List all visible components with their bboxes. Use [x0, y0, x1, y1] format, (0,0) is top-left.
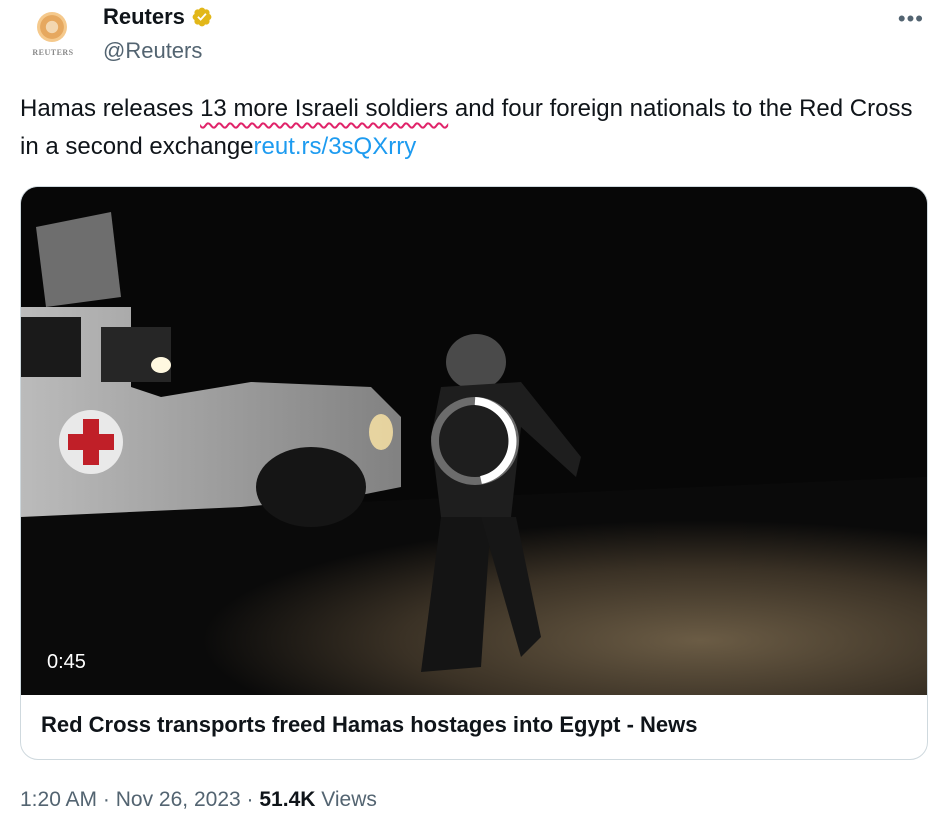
- author-display-name[interactable]: Reuters: [103, 4, 185, 30]
- meta-separator: ·: [246, 788, 254, 811]
- video-player[interactable]: 0:45: [21, 187, 927, 695]
- tweet-text-part: Hamas releases: [20, 95, 201, 122]
- tweet-text: Hamas releases 13 more Israeli soldiers …: [20, 90, 930, 166]
- tweet-link[interactable]: reut.rs/3sQXrry: [254, 133, 417, 160]
- avatar[interactable]: REUTERS: [20, 8, 86, 74]
- author-handle[interactable]: @Reuters: [103, 38, 202, 64]
- tweet-time[interactable]: 1:20 AM: [20, 788, 97, 811]
- views-label: Views: [321, 788, 377, 811]
- tweet-meta: 1:20 AM · Nov 26, 2023 · 51.4K Views: [20, 788, 377, 812]
- verified-badge-icon: [192, 7, 212, 27]
- avatar-label: REUTERS: [32, 48, 74, 57]
- video-duration: 0:45: [47, 651, 86, 673]
- tweet-date[interactable]: Nov 26, 2023: [116, 788, 241, 811]
- link-card[interactable]: 0:45 Red Cross transports freed Hamas ho…: [20, 186, 928, 760]
- video-frame: [21, 187, 927, 695]
- views-count[interactable]: 51.4K: [259, 788, 315, 811]
- reuters-logo-icon: [37, 12, 67, 42]
- card-title[interactable]: Red Cross transports freed Hamas hostage…: [41, 712, 698, 738]
- meta-separator: ·: [102, 788, 110, 811]
- author-name-row[interactable]: Reuters: [103, 4, 213, 30]
- tweet-text-underlined: 13 more Israeli soldiers: [200, 95, 449, 122]
- more-options-icon[interactable]: •••: [898, 6, 924, 32]
